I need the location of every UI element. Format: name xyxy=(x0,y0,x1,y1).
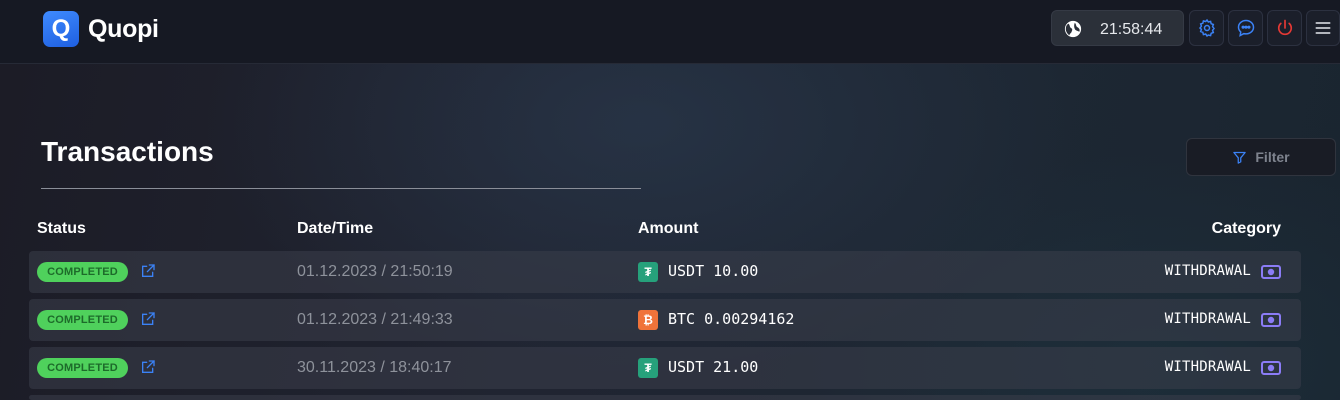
top-bar: Q Quopi 21:58:44 xyxy=(0,0,1340,64)
filter-button[interactable]: Filter xyxy=(1186,138,1336,176)
tether-icon: ₮ xyxy=(638,358,658,378)
column-header-category: Category xyxy=(1211,220,1281,237)
gear-icon xyxy=(1198,18,1215,37)
transaction-category: WITHDRAWAL xyxy=(1164,263,1251,279)
external-link-icon[interactable] xyxy=(140,263,156,279)
cash-icon xyxy=(1261,361,1281,375)
clock-time: 21:58:44 xyxy=(1100,21,1163,38)
transaction-amount: USDT 21.00 xyxy=(668,358,759,376)
transaction-category: WITHDRAWAL xyxy=(1164,359,1251,375)
external-link-icon[interactable] xyxy=(140,311,156,327)
app-name[interactable]: Quopi xyxy=(88,15,159,44)
cash-icon xyxy=(1261,265,1281,279)
status-badge: COMPLETED xyxy=(37,310,128,330)
filter-icon xyxy=(1233,151,1247,164)
filter-label: Filter xyxy=(1255,149,1290,165)
table-row[interactable]: COMPLETED 30.11.2023 / 18:40:17 ₮ USDT 2… xyxy=(29,347,1301,389)
column-header-datetime: Date/Time xyxy=(297,220,374,237)
logout-button[interactable] xyxy=(1267,10,1302,46)
tether-icon: ₮ xyxy=(638,262,658,282)
settings-button[interactable] xyxy=(1189,10,1224,46)
status-badge: COMPLETED xyxy=(37,358,128,378)
column-header-status: Status xyxy=(37,220,86,237)
transaction-amount: BTC 0.00294162 xyxy=(668,310,795,328)
logo-icon[interactable]: Q xyxy=(43,11,79,47)
transaction-category: WITHDRAWAL xyxy=(1164,311,1251,327)
page-title: Transactions xyxy=(41,136,214,167)
power-icon xyxy=(1277,19,1292,36)
globe-icon xyxy=(1064,20,1082,38)
menu-button[interactable] xyxy=(1306,10,1340,46)
transaction-datetime: 30.11.2023 / 18:40:17 xyxy=(297,359,452,376)
external-link-icon[interactable] xyxy=(140,359,156,375)
chat-button[interactable] xyxy=(1228,10,1263,46)
title-divider xyxy=(41,188,641,189)
table-row[interactable]: COMPLETED 01.12.2023 / 21:49:33 ₿ BTC 0.… xyxy=(29,299,1301,341)
transaction-datetime: 01.12.2023 / 21:49:33 xyxy=(297,311,453,328)
transaction-amount: USDT 10.00 xyxy=(668,262,759,280)
menu-icon xyxy=(1315,22,1331,34)
column-header-amount: Amount xyxy=(638,220,699,237)
clock-widget: 21:58:44 xyxy=(1051,10,1184,46)
chat-icon xyxy=(1237,19,1254,37)
table-row[interactable]: COMPLETED 01.12.2023 / 21:50:19 ₮ USDT 1… xyxy=(29,251,1301,293)
cash-icon xyxy=(1261,313,1281,327)
table-row[interactable] xyxy=(29,395,1301,400)
transaction-datetime: 01.12.2023 / 21:50:19 xyxy=(297,263,453,280)
status-badge: COMPLETED xyxy=(37,262,128,282)
bitcoin-icon: ₿ xyxy=(638,310,658,330)
